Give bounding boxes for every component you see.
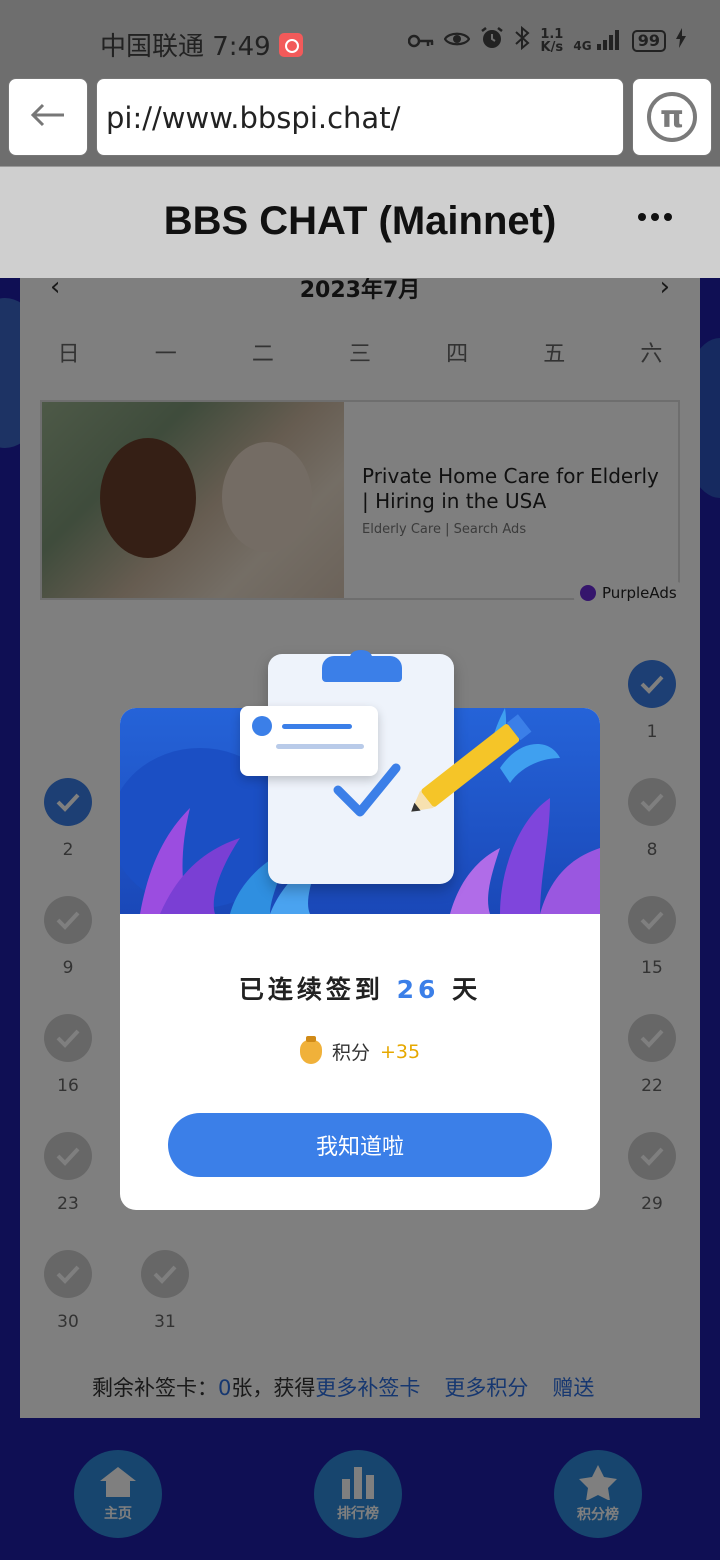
more-options-icon[interactable] <box>638 213 672 221</box>
charging-icon <box>676 28 686 54</box>
clipboard-clip <box>322 656 402 682</box>
pencil-check-icon <box>333 714 532 817</box>
alarm-icon <box>480 26 504 56</box>
app-header: BBS CHAT (Mainnet) <box>0 166 720 278</box>
streak-days: 26 <box>396 975 440 1004</box>
network-speed: 1.1 K/s <box>540 27 564 55</box>
page-title: BBS CHAT (Mainnet) <box>163 199 557 243</box>
signal-icon: 4G <box>573 30 621 52</box>
status-bar: 中国联通 7:49 1.1 K/s 4G 99 <box>0 0 720 70</box>
battery-icon: 99 <box>631 30 666 52</box>
carrier-time: 中国联通 7:49 <box>100 32 271 62</box>
points-earned: 积分 +35 <box>120 1035 600 1065</box>
pi-logo-icon: π <box>647 92 697 142</box>
bluetooth-icon <box>514 25 530 56</box>
pi-browser-button[interactable]: π <box>632 78 712 156</box>
got-it-button[interactable]: 我知道啦 <box>168 1113 552 1177</box>
back-button[interactable] <box>8 78 88 156</box>
back-arrow-icon <box>30 103 66 131</box>
eye-icon <box>444 29 471 54</box>
points-value: +35 <box>379 1040 421 1063</box>
browser-bar: pi://www.bbspi.chat/ π <box>0 70 720 166</box>
url-field[interactable]: pi://www.bbspi.chat/ <box>96 78 624 156</box>
app-notification-icon <box>278 32 303 57</box>
money-bag-icon <box>299 1035 322 1064</box>
streak-title: 已连续签到 26 天 <box>238 975 482 1004</box>
key-icon <box>408 29 434 54</box>
